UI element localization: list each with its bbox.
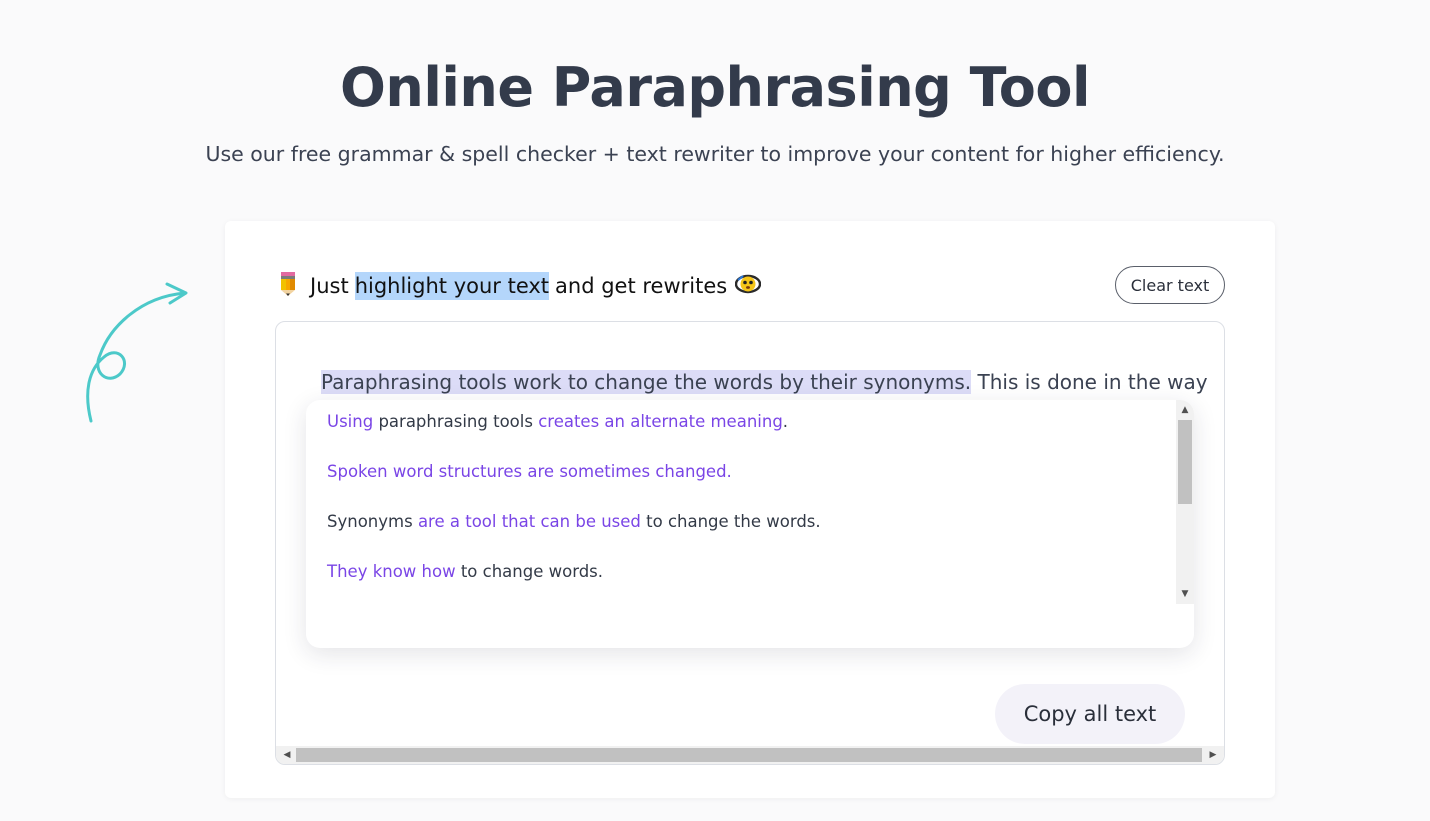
editor-content[interactable]: Paraphrasing tools work to change the wo… [321,370,1208,394]
suggestion-item[interactable]: Spoken word structures are sometimes cha… [327,462,732,481]
clear-text-button[interactable]: Clear text [1115,266,1225,304]
suggestion-item[interactable]: They know how to change words. [327,562,603,581]
editor-horizontal-scrollbar[interactable]: ◀ ▶ [276,746,1224,764]
editor-remaining-text: This is done in the way [971,370,1208,394]
rewrite-suggestions-popup: Using paraphrasing tools creates an alte… [306,400,1194,648]
instruction-suffix: and get rewrites [555,274,728,298]
text-editor[interactable]: Paraphrasing tools work to change the wo… [275,321,1225,765]
horizontal-scrollbar-thumb[interactable] [296,748,1202,762]
scrollbar-thumb[interactable] [1178,420,1192,504]
scroll-left-arrow-icon[interactable]: ◀ [278,746,296,764]
page-subtitle: Use our free grammar & spell checker + t… [205,142,1225,166]
page-title: Online Paraphrasing Tool [340,56,1090,119]
dizzy-face-icon [735,273,762,300]
scroll-down-arrow-icon[interactable]: ▼ [1176,586,1194,602]
copy-all-text-button[interactable]: Copy all text [995,684,1185,744]
suggestions-scrollbar[interactable]: ▲ ▼ [1176,400,1194,604]
suggestion-item[interactable]: Synonyms are a tool that can be used to … [327,512,821,531]
instruction-line: Just highlight your text and get rewrite… [278,270,762,302]
selected-sentence[interactable]: Paraphrasing tools work to change the wo… [321,370,972,394]
scroll-up-arrow-icon[interactable]: ▲ [1176,402,1194,418]
scroll-right-arrow-icon[interactable]: ▶ [1204,746,1222,764]
instruction-prefix: Just [310,274,349,298]
paraphraser-card: Just highlight your text and get rewrite… [225,221,1275,798]
instruction-highlight: highlight your text [354,272,550,300]
pencil-icon [278,271,298,302]
curly-arrow-icon [86,282,188,423]
suggestion-item[interactable]: Using paraphrasing tools creates an alte… [327,412,788,431]
